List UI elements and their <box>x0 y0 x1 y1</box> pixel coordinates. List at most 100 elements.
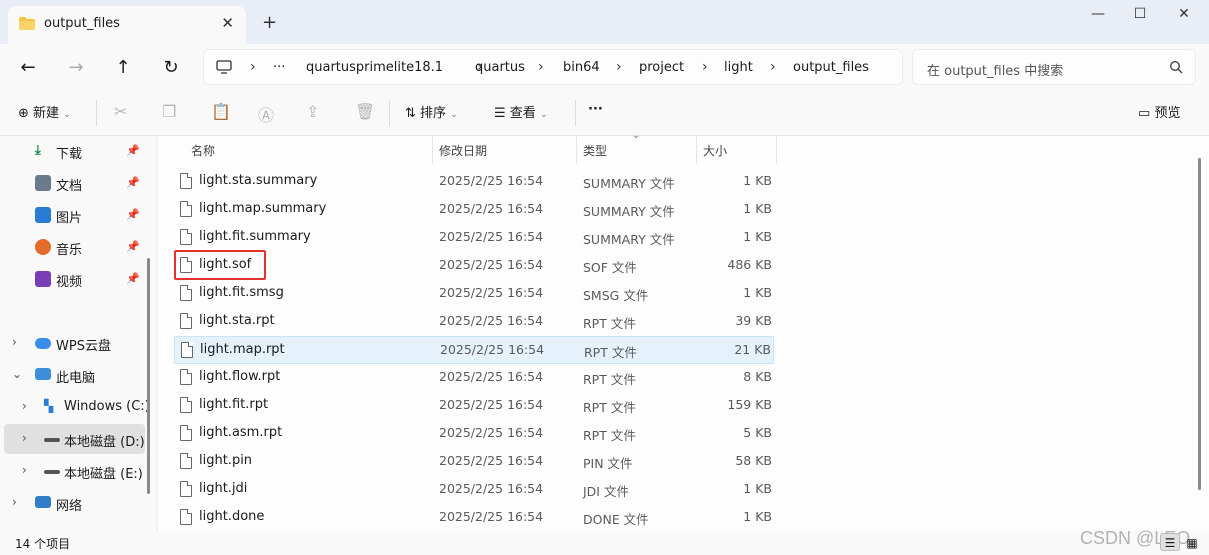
search-input[interactable]: 在 output_files 中搜索 <box>912 49 1196 85</box>
sidebar-item-wps-cloud[interactable]: › WPS云盘 <box>0 328 150 358</box>
highlight-annotation <box>174 250 266 280</box>
column-divider[interactable] <box>576 136 577 164</box>
cut-icon[interactable]: ✂ <box>114 102 127 121</box>
delete-icon[interactable]: 🗑 <box>355 102 375 121</box>
column-header-name[interactable]: 名称 <box>191 142 215 159</box>
pin-icon: 📌 <box>126 144 140 157</box>
sidebar-item-network[interactable]: › 网络 <box>0 488 150 518</box>
breadcrumb-item[interactable]: quartus <box>475 60 525 75</box>
sidebar-item-documents[interactable]: 文档 📌 <box>0 168 150 198</box>
maximize-button[interactable]: ☐ <box>1128 6 1152 26</box>
back-button[interactable]: ← <box>14 54 42 82</box>
address-row: ← → ↑ ↻ › ··· quartusprimelite18.1 › qua… <box>0 44 1209 90</box>
breadcrumb-item[interactable]: quartusprimelite18.1 <box>306 60 443 75</box>
file-date: 2025/2/25 16:54 <box>439 201 544 216</box>
table-row[interactable]: light.jdi 2025/2/25 16:54 JDI 文件 1 KB <box>174 476 774 504</box>
chevron-right-icon: › <box>22 399 27 413</box>
file-date: 2025/2/25 16:54 <box>439 173 544 188</box>
table-row[interactable]: light.map.summary 2025/2/25 16:54 SUMMAR… <box>174 196 774 224</box>
file-icon <box>180 509 192 525</box>
tab-close-icon[interactable]: ✕ <box>221 14 234 32</box>
sidebar-item-music[interactable]: 音乐 📌 <box>0 232 150 262</box>
table-row[interactable]: light.sta.rpt 2025/2/25 16:54 RPT 文件 39 … <box>174 308 774 336</box>
file-icon <box>180 229 192 245</box>
file-date: 2025/2/25 16:54 <box>440 342 545 357</box>
chevron-down-icon: ⌄ <box>450 110 458 120</box>
file-icon <box>180 313 192 329</box>
sidebar-item-downloads[interactable]: ⤓ 下载 📌 <box>0 136 150 166</box>
file-name: light.done <box>199 509 265 524</box>
file-type: JDI 文件 <box>583 484 629 499</box>
file-type: SUMMARY 文件 <box>583 232 675 247</box>
paste-icon[interactable]: 📋 <box>211 102 231 121</box>
rename-icon[interactable]: Ⓐ <box>258 102 274 126</box>
table-row[interactable]: light.done 2025/2/25 16:54 DONE 文件 1 KB <box>174 504 774 532</box>
table-row[interactable]: light.flow.rpt 2025/2/25 16:54 RPT 文件 8 … <box>174 364 774 392</box>
table-row[interactable]: light.sta.summary 2025/2/25 16:54 SUMMAR… <box>174 168 774 196</box>
forward-button[interactable]: → <box>62 54 90 82</box>
file-icon <box>180 425 192 441</box>
pin-icon: 📌 <box>126 240 140 253</box>
file-size: 21 KB <box>734 342 771 357</box>
view-button[interactable]: ☰ 查看 ⌄ <box>494 102 548 121</box>
close-window-button[interactable]: ✕ <box>1172 6 1196 26</box>
preview-pane-icon: ▭ <box>1138 106 1151 121</box>
file-icon <box>180 481 192 497</box>
up-button[interactable]: ↑ <box>109 54 137 82</box>
details-view-icon[interactable]: ☰ <box>1160 533 1180 551</box>
file-type: RPT 文件 <box>583 316 636 331</box>
column-header-size[interactable]: 大小 <box>703 142 727 159</box>
new-tab-button[interactable]: + <box>262 12 277 33</box>
file-list-scrollbar[interactable] <box>1198 158 1201 490</box>
sidebar-item-pictures[interactable]: 图片 📌 <box>0 200 150 230</box>
navigation-pane: ⤓ 下载 📌 文档 📌 图片 📌 音乐 📌 视频 📌 › WPS云盘 ⌄ 此电脑… <box>0 136 156 532</box>
sidebar-item-label: WPS云盘 <box>56 339 111 354</box>
more-options-button[interactable]: ··· <box>588 102 603 117</box>
table-row[interactable]: light.fit.summary 2025/2/25 16:54 SUMMAR… <box>174 224 774 252</box>
table-row[interactable]: light.pin 2025/2/25 16:54 PIN 文件 58 KB <box>174 448 774 476</box>
download-icon: ⤓ <box>35 143 41 158</box>
breadcrumb-more[interactable]: ··· <box>273 60 285 75</box>
share-icon[interactable]: ⇪ <box>306 102 319 121</box>
chevron-right-icon: › <box>12 495 17 509</box>
minimize-button[interactable]: — <box>1086 6 1110 26</box>
file-list: 名称 修改日期 ⌄ 类型 大小 light.sta.summary 2025/2… <box>158 130 1209 532</box>
tab-output-files[interactable]: output_files ✕ <box>8 6 246 44</box>
file-size: 1 KB <box>743 229 772 244</box>
new-button[interactable]: ⊕ 新建 ⌄ <box>18 102 71 121</box>
tiles-view-icon[interactable]: ▦ <box>1182 534 1202 552</box>
breadcrumb-item[interactable]: light <box>724 60 753 75</box>
breadcrumb[interactable]: › ··· quartusprimelite18.1 › quartus › b… <box>203 49 903 85</box>
table-row[interactable]: light.fit.rpt 2025/2/25 16:54 RPT 文件 159… <box>174 392 774 420</box>
sidebar-scrollbar[interactable] <box>147 258 150 494</box>
pin-icon: 📌 <box>126 208 140 221</box>
breadcrumb-item[interactable]: output_files <box>793 60 869 75</box>
table-row[interactable]: light.map.rpt 2025/2/25 16:54 RPT 文件 21 … <box>174 336 774 364</box>
file-date: 2025/2/25 16:54 <box>439 257 544 272</box>
sort-button[interactable]: ⇅ 排序 ⌄ <box>405 102 458 121</box>
file-size: 1 KB <box>743 285 772 300</box>
sidebar-item-drive-e[interactable]: › 本地磁盘 (E:) <box>0 456 150 486</box>
file-size: 5 KB <box>743 425 772 440</box>
preview-button[interactable]: ▭ 预览 <box>1138 102 1180 121</box>
breadcrumb-item[interactable]: bin64 <box>563 60 600 75</box>
column-header-date[interactable]: 修改日期 <box>439 142 487 159</box>
column-divider[interactable] <box>432 136 433 164</box>
table-row[interactable]: light.fit.smsg 2025/2/25 16:54 SMSG 文件 1… <box>174 280 774 308</box>
file-type: RPT 文件 <box>583 400 636 415</box>
sidebar-item-drive-c[interactable]: › ▚ Windows (C:) <box>0 392 150 422</box>
column-divider[interactable] <box>776 136 777 164</box>
sidebar-item-label: 下载 <box>56 147 83 162</box>
refresh-button[interactable]: ↻ <box>157 54 185 82</box>
sidebar-item-drive-d[interactable]: › 本地磁盘 (D:) <box>4 424 145 454</box>
copy-icon[interactable]: ❐ <box>162 102 176 121</box>
preview-label: 预览 <box>1154 106 1181 121</box>
column-divider[interactable] <box>696 136 697 164</box>
breadcrumb-item[interactable]: project <box>639 60 684 75</box>
file-date: 2025/2/25 16:54 <box>439 397 544 412</box>
column-header-type[interactable]: 类型 <box>583 142 607 159</box>
file-type: PIN 文件 <box>583 456 633 471</box>
sidebar-item-videos[interactable]: 视频 📌 <box>0 264 150 294</box>
table-row[interactable]: light.asm.rpt 2025/2/25 16:54 RPT 文件 5 K… <box>174 420 774 448</box>
sidebar-item-this-pc[interactable]: ⌄ 此电脑 <box>0 360 150 390</box>
